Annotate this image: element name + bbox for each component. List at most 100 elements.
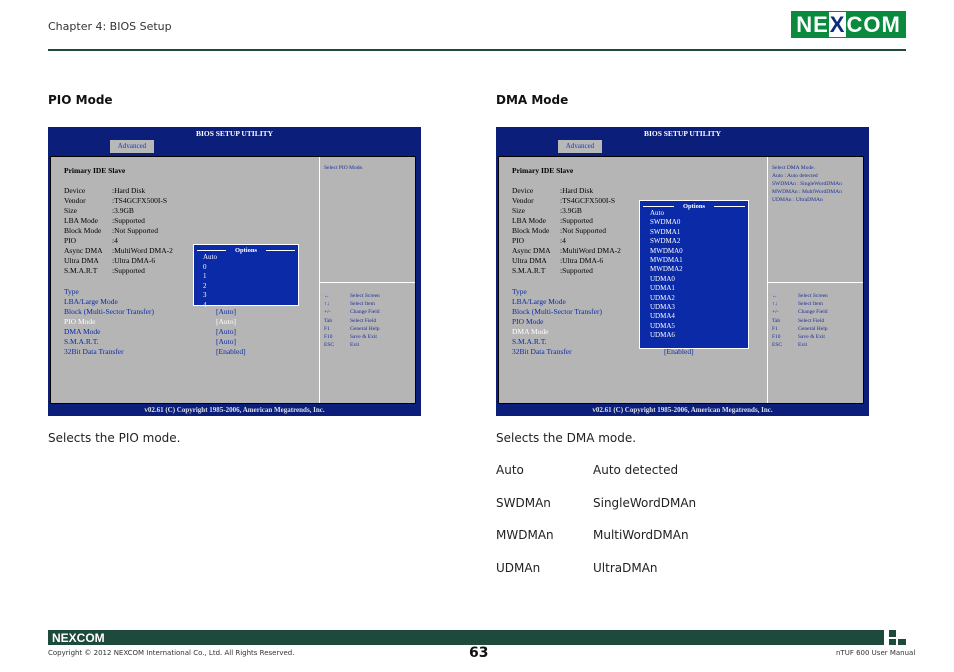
info-label: LBA Mode	[512, 216, 546, 225]
tab-advanced[interactable]: Advanced	[558, 140, 602, 153]
setting-label[interactable]: LBA/Large Mode	[512, 297, 566, 306]
info-label: Device	[64, 186, 86, 195]
setting-label[interactable]: Block (Multi-Sector Transfer)	[512, 307, 602, 316]
info-label: Block Mode	[64, 226, 102, 235]
option-item[interactable]: 2	[203, 282, 207, 290]
footer-square	[889, 639, 896, 645]
bios-help-pane: Select DMA Mode. Auto : Auto detected SWDM…	[767, 157, 863, 403]
info-value: :3.9GB	[560, 206, 582, 215]
option-item[interactable]: 3	[203, 291, 207, 299]
bios-title: BIOS SETUP UTILITY	[643, 129, 722, 138]
key-name: ↑↓	[772, 301, 778, 308]
option-item[interactable]: 0	[203, 263, 207, 271]
chapter-title: Chapter 4: BIOS Setup	[48, 20, 172, 33]
setting-label[interactable]: S.M.A.R.T.	[512, 337, 547, 346]
setting-label[interactable]: PIO Mode	[512, 317, 543, 326]
option-item[interactable]: UDMA0	[650, 275, 675, 283]
options-popup[interactable]: Options Auto SWDMA0 SWDMA1 SWDMA2 MWDMA0 MWDMA…	[639, 200, 749, 349]
option-item[interactable]: UDMA2	[650, 294, 675, 302]
setting-label[interactable]: 32Bit Data Transfer	[64, 347, 124, 356]
key-name: Tab	[772, 317, 781, 324]
key-name: F10	[324, 334, 333, 340]
setting-value[interactable]: [Auto]	[216, 327, 236, 336]
info-value: :Not Supported	[112, 226, 159, 235]
option-item[interactable]: Auto	[203, 253, 217, 261]
setting-label[interactable]: DMA Mode	[64, 327, 100, 336]
key-action: Select Field	[798, 317, 825, 324]
setting-label[interactable]: LBA/Large Mode	[64, 297, 118, 306]
option-item[interactable]: 4	[203, 301, 207, 309]
bios-screen-dma: BIOS SETUP UTILITY Advanced Primary IDE …	[496, 127, 869, 416]
option-item[interactable]: MWDMA0	[650, 247, 683, 255]
option-item[interactable]: SWDMA1	[650, 228, 680, 236]
info-value: :Hard Disk	[112, 186, 146, 195]
setting-label[interactable]: Type	[512, 287, 527, 296]
info-label: Size	[512, 206, 525, 215]
setting-value[interactable]: [Auto]	[216, 307, 236, 316]
key-name: +/-	[324, 309, 331, 316]
pio-description: Selects the PIO mode.	[48, 431, 181, 445]
help-text: Select PIO Mode.	[324, 165, 364, 171]
key-action: Select Item	[350, 301, 375, 308]
option-item[interactable]: 1	[203, 272, 207, 280]
info-value: :Supported	[112, 216, 145, 225]
key-name: F1	[772, 325, 778, 332]
option-item[interactable]: UDMA6	[650, 331, 675, 339]
options-rule	[643, 206, 674, 207]
info-value: :4	[112, 236, 118, 245]
setting-label[interactable]: S.M.A.R.T.	[64, 337, 99, 346]
footer-square	[898, 639, 906, 645]
setting-value[interactable]: [Enabled]	[216, 347, 246, 356]
key-name: F1	[324, 325, 330, 332]
key-action: Save & Exit	[350, 334, 377, 340]
option-item[interactable]: UDMA1	[650, 284, 675, 292]
option-item[interactable]: UDMA4	[650, 312, 675, 320]
info-label: Block Mode	[512, 226, 550, 235]
key-action: Change Field	[350, 309, 380, 316]
key-action: Change Field	[798, 309, 828, 316]
options-popup[interactable]: Options Auto 0 1 2 3 4	[193, 244, 299, 309]
options-rule	[714, 206, 745, 207]
dma-description: Selects the DMA mode.	[496, 431, 637, 445]
option-item[interactable]: UDMA3	[650, 303, 675, 311]
setting-label[interactable]: DMA Mode	[512, 327, 548, 336]
key-name: +/-	[772, 309, 779, 316]
info-value: :MultiWord DMA-2	[560, 246, 621, 255]
info-value: :MultiWord DMA-2	[112, 246, 173, 255]
info-label: S.M.A.R.T	[512, 266, 546, 275]
key-name: ESC	[772, 342, 783, 349]
info-label: PIO	[512, 236, 525, 245]
key-action: General Help	[798, 325, 828, 332]
info-value: :Supported	[112, 266, 145, 275]
setting-label[interactable]: Block (Multi-Sector Transfer)	[64, 307, 154, 316]
option-item[interactable]: SWDMA0	[650, 218, 680, 226]
setting-value[interactable]: [Auto]	[216, 337, 236, 346]
key-name: Tab	[324, 317, 333, 324]
manual-name: nTUF 600 User Manual	[836, 649, 916, 657]
tab-advanced[interactable]: Advanced	[110, 140, 154, 153]
info-label: Vendor	[512, 196, 534, 205]
setting-label[interactable]: Type	[64, 287, 79, 296]
info-value: :Hard Disk	[560, 186, 594, 195]
options-rule	[266, 250, 295, 251]
bios-help-pane: Select PIO Mode. ← Select Screen ↑↓ Select I…	[319, 157, 415, 403]
setting-label[interactable]: 32Bit Data Transfer	[512, 347, 572, 356]
option-item[interactable]: SWDMA2	[650, 237, 680, 245]
definition-term: SWDMAn	[496, 495, 551, 510]
copyright-text: Copyright © 2012 NEXCOM International Co…	[48, 649, 295, 657]
header-divider	[48, 49, 906, 51]
option-item[interactable]: UDMA5	[650, 322, 675, 330]
option-item[interactable]: MWDMA2	[650, 265, 683, 273]
option-item[interactable]: MWDMA1	[650, 256, 683, 264]
info-label: Device	[512, 186, 534, 195]
setting-label[interactable]: PIO Mode	[64, 317, 95, 326]
options-rule	[197, 250, 226, 251]
info-value: :4	[560, 236, 566, 245]
info-label: Ultra DMA	[64, 256, 99, 265]
definition-meaning: SingleWordDMAn	[593, 495, 697, 510]
option-item[interactable]: Auto	[650, 209, 664, 217]
setting-value[interactable]: [Auto]	[216, 317, 236, 326]
info-label: LBA Mode	[64, 216, 98, 225]
info-value: :Ultra DMA-6	[560, 256, 604, 265]
info-value: :Ultra DMA-6	[112, 256, 156, 265]
